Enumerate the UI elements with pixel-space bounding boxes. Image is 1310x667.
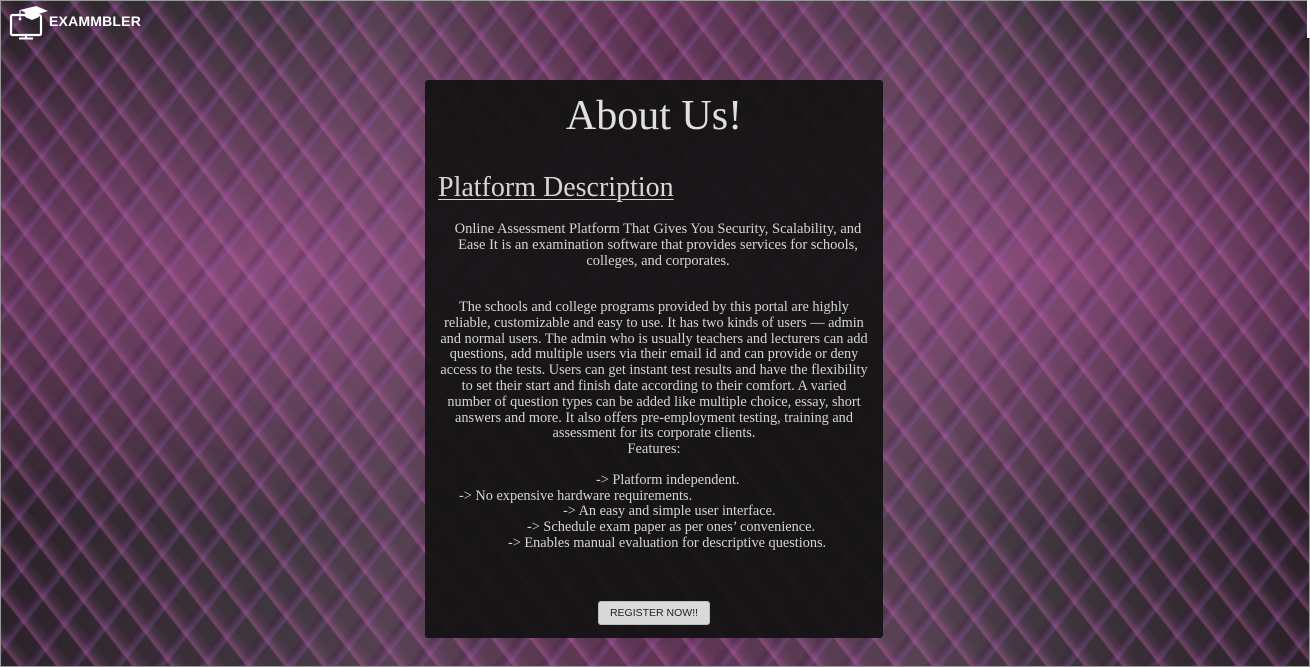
description-text: The schools and college programs provide… [440,299,868,442]
register-button[interactable]: REGISTER NOW!! [598,601,710,625]
about-card: About Us! Platform Description Online As… [425,80,883,638]
tagline-text: Online Assessment Platform That Gives Yo… [454,221,862,269]
brand-name: EXAMMBLER [49,13,142,29]
page-title: About Us! [565,93,743,139]
feature-item: -> An easy and simple user interface. [563,503,776,519]
logo-link[interactable]: EXAMMBLER [8,6,141,40]
monitor-graduation-cap-icon [8,6,48,40]
feature-item: -> Schedule exam paper as per ones’ conv… [527,519,816,535]
feature-item: -> Platform independent. [596,472,740,488]
feature-item: -> Enables manual evaluation for descrip… [508,535,827,551]
features-heading: Features: [627,441,681,457]
section-subtitle: Platform Description [438,172,674,203]
